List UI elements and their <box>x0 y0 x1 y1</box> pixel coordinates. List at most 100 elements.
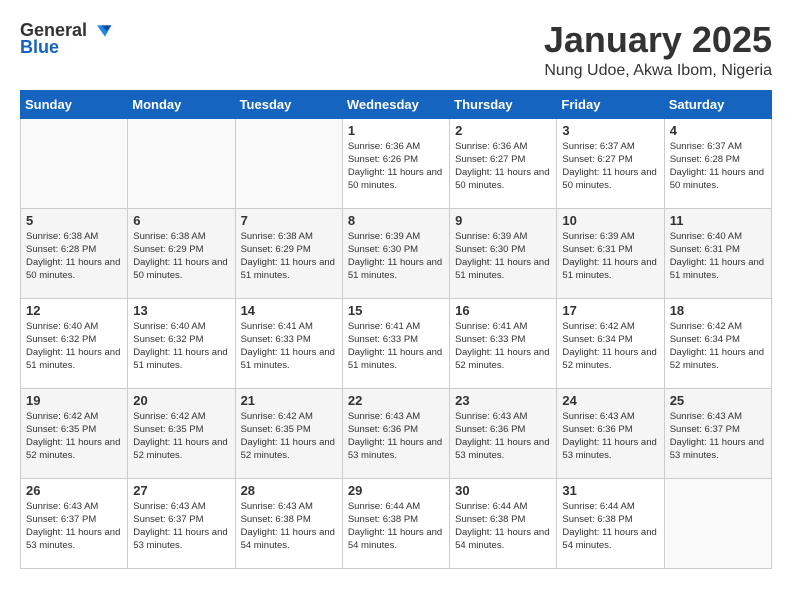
col-header-friday: Friday <box>557 90 664 118</box>
day-number: 1 <box>348 123 444 138</box>
day-cell: 4 Sunrise: 6:37 AMSunset: 6:28 PMDayligh… <box>664 118 771 208</box>
day-info: Sunrise: 6:36 AMSunset: 6:26 PMDaylight:… <box>348 140 444 193</box>
day-cell: 17 Sunrise: 6:42 AMSunset: 6:34 PMDaylig… <box>557 298 664 388</box>
day-cell: 24 Sunrise: 6:43 AMSunset: 6:36 PMDaylig… <box>557 388 664 478</box>
day-cell: 13 Sunrise: 6:40 AMSunset: 6:32 PMDaylig… <box>128 298 235 388</box>
day-cell: 29 Sunrise: 6:44 AMSunset: 6:38 PMDaylig… <box>342 478 449 568</box>
col-header-monday: Monday <box>128 90 235 118</box>
day-info: Sunrise: 6:42 AMSunset: 6:35 PMDaylight:… <box>133 410 229 463</box>
day-number: 8 <box>348 213 444 228</box>
day-number: 31 <box>562 483 658 498</box>
col-header-wednesday: Wednesday <box>342 90 449 118</box>
day-cell <box>21 118 128 208</box>
day-cell: 14 Sunrise: 6:41 AMSunset: 6:33 PMDaylig… <box>235 298 342 388</box>
day-cell: 23 Sunrise: 6:43 AMSunset: 6:36 PMDaylig… <box>450 388 557 478</box>
day-info: Sunrise: 6:37 AMSunset: 6:28 PMDaylight:… <box>670 140 766 193</box>
day-cell: 12 Sunrise: 6:40 AMSunset: 6:32 PMDaylig… <box>21 298 128 388</box>
day-info: Sunrise: 6:42 AMSunset: 6:34 PMDaylight:… <box>670 320 766 373</box>
day-info: Sunrise: 6:43 AMSunset: 6:38 PMDaylight:… <box>241 500 337 553</box>
day-number: 9 <box>455 213 551 228</box>
day-info: Sunrise: 6:39 AMSunset: 6:30 PMDaylight:… <box>455 230 551 283</box>
col-header-saturday: Saturday <box>664 90 771 118</box>
day-cell: 21 Sunrise: 6:42 AMSunset: 6:35 PMDaylig… <box>235 388 342 478</box>
day-cell: 28 Sunrise: 6:43 AMSunset: 6:38 PMDaylig… <box>235 478 342 568</box>
day-number: 21 <box>241 393 337 408</box>
day-cell: 2 Sunrise: 6:36 AMSunset: 6:27 PMDayligh… <box>450 118 557 208</box>
day-number: 7 <box>241 213 337 228</box>
day-cell: 10 Sunrise: 6:39 AMSunset: 6:31 PMDaylig… <box>557 208 664 298</box>
day-cell: 8 Sunrise: 6:39 AMSunset: 6:30 PMDayligh… <box>342 208 449 298</box>
day-number: 19 <box>26 393 122 408</box>
day-info: Sunrise: 6:40 AMSunset: 6:32 PMDaylight:… <box>133 320 229 373</box>
day-info: Sunrise: 6:44 AMSunset: 6:38 PMDaylight:… <box>455 500 551 553</box>
week-row-3: 12 Sunrise: 6:40 AMSunset: 6:32 PMDaylig… <box>21 298 772 388</box>
day-number: 26 <box>26 483 122 498</box>
day-info: Sunrise: 6:38 AMSunset: 6:28 PMDaylight:… <box>26 230 122 283</box>
day-cell: 27 Sunrise: 6:43 AMSunset: 6:37 PMDaylig… <box>128 478 235 568</box>
day-info: Sunrise: 6:44 AMSunset: 6:38 PMDaylight:… <box>562 500 658 553</box>
day-info: Sunrise: 6:40 AMSunset: 6:31 PMDaylight:… <box>670 230 766 283</box>
day-info: Sunrise: 6:41 AMSunset: 6:33 PMDaylight:… <box>455 320 551 373</box>
week-row-4: 19 Sunrise: 6:42 AMSunset: 6:35 PMDaylig… <box>21 388 772 478</box>
day-cell: 25 Sunrise: 6:43 AMSunset: 6:37 PMDaylig… <box>664 388 771 478</box>
day-number: 13 <box>133 303 229 318</box>
calendar-table: SundayMondayTuesdayWednesdayThursdayFrid… <box>20 90 772 569</box>
day-cell <box>128 118 235 208</box>
day-info: Sunrise: 6:37 AMSunset: 6:27 PMDaylight:… <box>562 140 658 193</box>
day-cell: 18 Sunrise: 6:42 AMSunset: 6:34 PMDaylig… <box>664 298 771 388</box>
day-number: 10 <box>562 213 658 228</box>
day-number: 5 <box>26 213 122 228</box>
day-number: 12 <box>26 303 122 318</box>
logo-icon <box>89 21 113 41</box>
page-header: General Blue January 2025 Nung Udoe, Akw… <box>20 20 772 80</box>
day-number: 20 <box>133 393 229 408</box>
week-row-5: 26 Sunrise: 6:43 AMSunset: 6:37 PMDaylig… <box>21 478 772 568</box>
day-info: Sunrise: 6:43 AMSunset: 6:36 PMDaylight:… <box>348 410 444 463</box>
day-number: 15 <box>348 303 444 318</box>
logo-blue: Blue <box>20 37 59 58</box>
day-cell: 16 Sunrise: 6:41 AMSunset: 6:33 PMDaylig… <box>450 298 557 388</box>
day-cell: 22 Sunrise: 6:43 AMSunset: 6:36 PMDaylig… <box>342 388 449 478</box>
day-number: 23 <box>455 393 551 408</box>
day-info: Sunrise: 6:43 AMSunset: 6:37 PMDaylight:… <box>133 500 229 553</box>
day-number: 24 <box>562 393 658 408</box>
day-cell: 15 Sunrise: 6:41 AMSunset: 6:33 PMDaylig… <box>342 298 449 388</box>
day-info: Sunrise: 6:40 AMSunset: 6:32 PMDaylight:… <box>26 320 122 373</box>
title-area: January 2025 Nung Udoe, Akwa Ibom, Niger… <box>544 20 772 80</box>
location: Nung Udoe, Akwa Ibom, Nigeria <box>544 62 772 80</box>
day-number: 29 <box>348 483 444 498</box>
day-info: Sunrise: 6:42 AMSunset: 6:35 PMDaylight:… <box>241 410 337 463</box>
day-number: 3 <box>562 123 658 138</box>
month-year: January 2025 <box>544 20 772 60</box>
day-number: 18 <box>670 303 766 318</box>
logo: General Blue <box>20 20 113 58</box>
week-row-2: 5 Sunrise: 6:38 AMSunset: 6:28 PMDayligh… <box>21 208 772 298</box>
day-cell: 5 Sunrise: 6:38 AMSunset: 6:28 PMDayligh… <box>21 208 128 298</box>
day-info: Sunrise: 6:42 AMSunset: 6:35 PMDaylight:… <box>26 410 122 463</box>
day-cell <box>664 478 771 568</box>
day-info: Sunrise: 6:38 AMSunset: 6:29 PMDaylight:… <box>133 230 229 283</box>
day-cell: 3 Sunrise: 6:37 AMSunset: 6:27 PMDayligh… <box>557 118 664 208</box>
day-info: Sunrise: 6:43 AMSunset: 6:36 PMDaylight:… <box>455 410 551 463</box>
day-number: 25 <box>670 393 766 408</box>
day-number: 28 <box>241 483 337 498</box>
day-number: 14 <box>241 303 337 318</box>
day-number: 17 <box>562 303 658 318</box>
day-cell: 1 Sunrise: 6:36 AMSunset: 6:26 PMDayligh… <box>342 118 449 208</box>
day-cell <box>235 118 342 208</box>
day-number: 6 <box>133 213 229 228</box>
day-cell: 19 Sunrise: 6:42 AMSunset: 6:35 PMDaylig… <box>21 388 128 478</box>
day-number: 16 <box>455 303 551 318</box>
day-cell: 30 Sunrise: 6:44 AMSunset: 6:38 PMDaylig… <box>450 478 557 568</box>
day-info: Sunrise: 6:44 AMSunset: 6:38 PMDaylight:… <box>348 500 444 553</box>
day-info: Sunrise: 6:41 AMSunset: 6:33 PMDaylight:… <box>348 320 444 373</box>
day-number: 27 <box>133 483 229 498</box>
col-header-sunday: Sunday <box>21 90 128 118</box>
day-number: 11 <box>670 213 766 228</box>
day-info: Sunrise: 6:39 AMSunset: 6:31 PMDaylight:… <box>562 230 658 283</box>
col-header-thursday: Thursday <box>450 90 557 118</box>
col-header-tuesday: Tuesday <box>235 90 342 118</box>
day-info: Sunrise: 6:36 AMSunset: 6:27 PMDaylight:… <box>455 140 551 193</box>
day-cell: 9 Sunrise: 6:39 AMSunset: 6:30 PMDayligh… <box>450 208 557 298</box>
day-info: Sunrise: 6:41 AMSunset: 6:33 PMDaylight:… <box>241 320 337 373</box>
